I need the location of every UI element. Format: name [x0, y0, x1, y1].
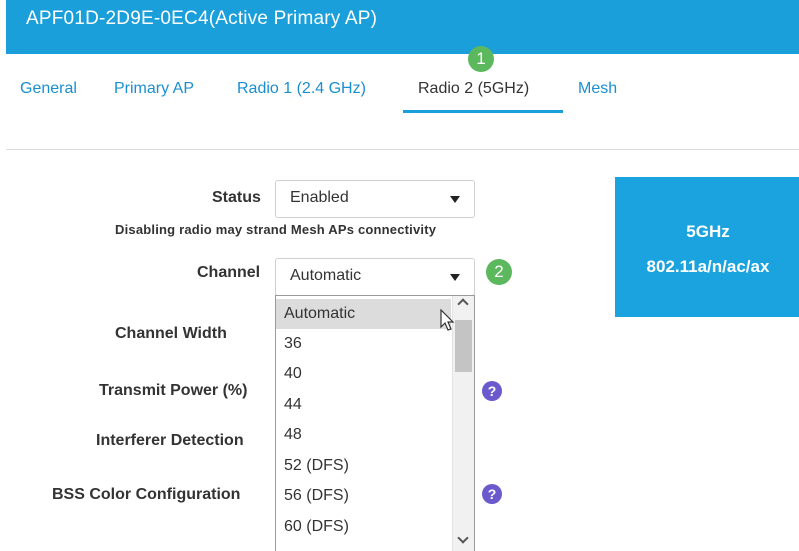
channel-option[interactable]: 40	[276, 359, 451, 389]
channel-option[interactable]: 60 (DFS)	[276, 512, 451, 542]
chevron-down-icon	[450, 274, 460, 281]
step-badge-1: 1	[468, 46, 494, 72]
channel-label: Channel	[197, 264, 261, 281]
help-icon[interactable]: ?	[482, 381, 502, 401]
radio-info-panel: 5GHz 802.11a/n/ac/ax	[615, 177, 799, 317]
tab-primary-ap[interactable]: Primary AP	[114, 80, 194, 98]
channel-option[interactable]: 48	[276, 420, 451, 450]
status-warning-note: Disabling radio may strand Mesh APs conn…	[115, 222, 437, 237]
channel-option[interactable]: Automatic	[276, 299, 451, 329]
channel-select-value: Automatic	[290, 267, 362, 284]
interferer-detection-label: Interferer Detection	[96, 432, 244, 449]
tab-radio-2[interactable]: Radio 2 (5GHz)	[418, 80, 529, 98]
channel-option[interactable]: 56 (DFS)	[276, 481, 451, 511]
transmit-power-label: Transmit Power (%)	[99, 382, 248, 399]
divider	[6, 149, 799, 150]
channel-width-label: Channel Width	[115, 325, 227, 342]
chevron-down-icon	[450, 196, 460, 203]
tab-mesh[interactable]: Mesh	[578, 80, 617, 98]
step-badge-2: 2	[486, 259, 512, 285]
ap-title: APF01D-2D9E-0EC4(Active Primary AP)	[26, 8, 378, 29]
bss-color-label: BSS Color Configuration	[52, 486, 241, 503]
channel-select[interactable]: Automatic	[275, 258, 475, 296]
scrollbar-thumb[interactable]	[455, 320, 472, 372]
status-select-value: Enabled	[290, 189, 349, 206]
chevron-up-icon[interactable]	[457, 298, 469, 310]
channel-option[interactable]: 52 (DFS)	[276, 451, 451, 481]
active-tab-indicator	[403, 110, 563, 113]
channel-dropdown-list[interactable]: Automatic 36 40 44 48 52 (DFS) 56 (DFS) …	[275, 295, 475, 551]
radio-band: 5GHz	[686, 222, 730, 241]
channel-option[interactable]: 44	[276, 390, 451, 420]
help-icon[interactable]: ?	[482, 484, 502, 504]
status-label: Status	[212, 189, 261, 206]
status-select[interactable]: Enabled	[275, 180, 475, 218]
dropdown-scrollbar[interactable]	[452, 296, 474, 551]
channel-option[interactable]: 36	[276, 329, 451, 359]
mouse-pointer-icon	[440, 309, 455, 331]
tab-general[interactable]: General	[20, 80, 77, 98]
window-header: APF01D-2D9E-0EC4(Active Primary AP)	[6, 0, 799, 54]
radio-standard: 802.11a/n/ac/ax	[646, 257, 770, 276]
tab-radio-1[interactable]: Radio 1 (2.4 GHz)	[237, 80, 366, 98]
chevron-down-icon[interactable]	[457, 532, 469, 544]
